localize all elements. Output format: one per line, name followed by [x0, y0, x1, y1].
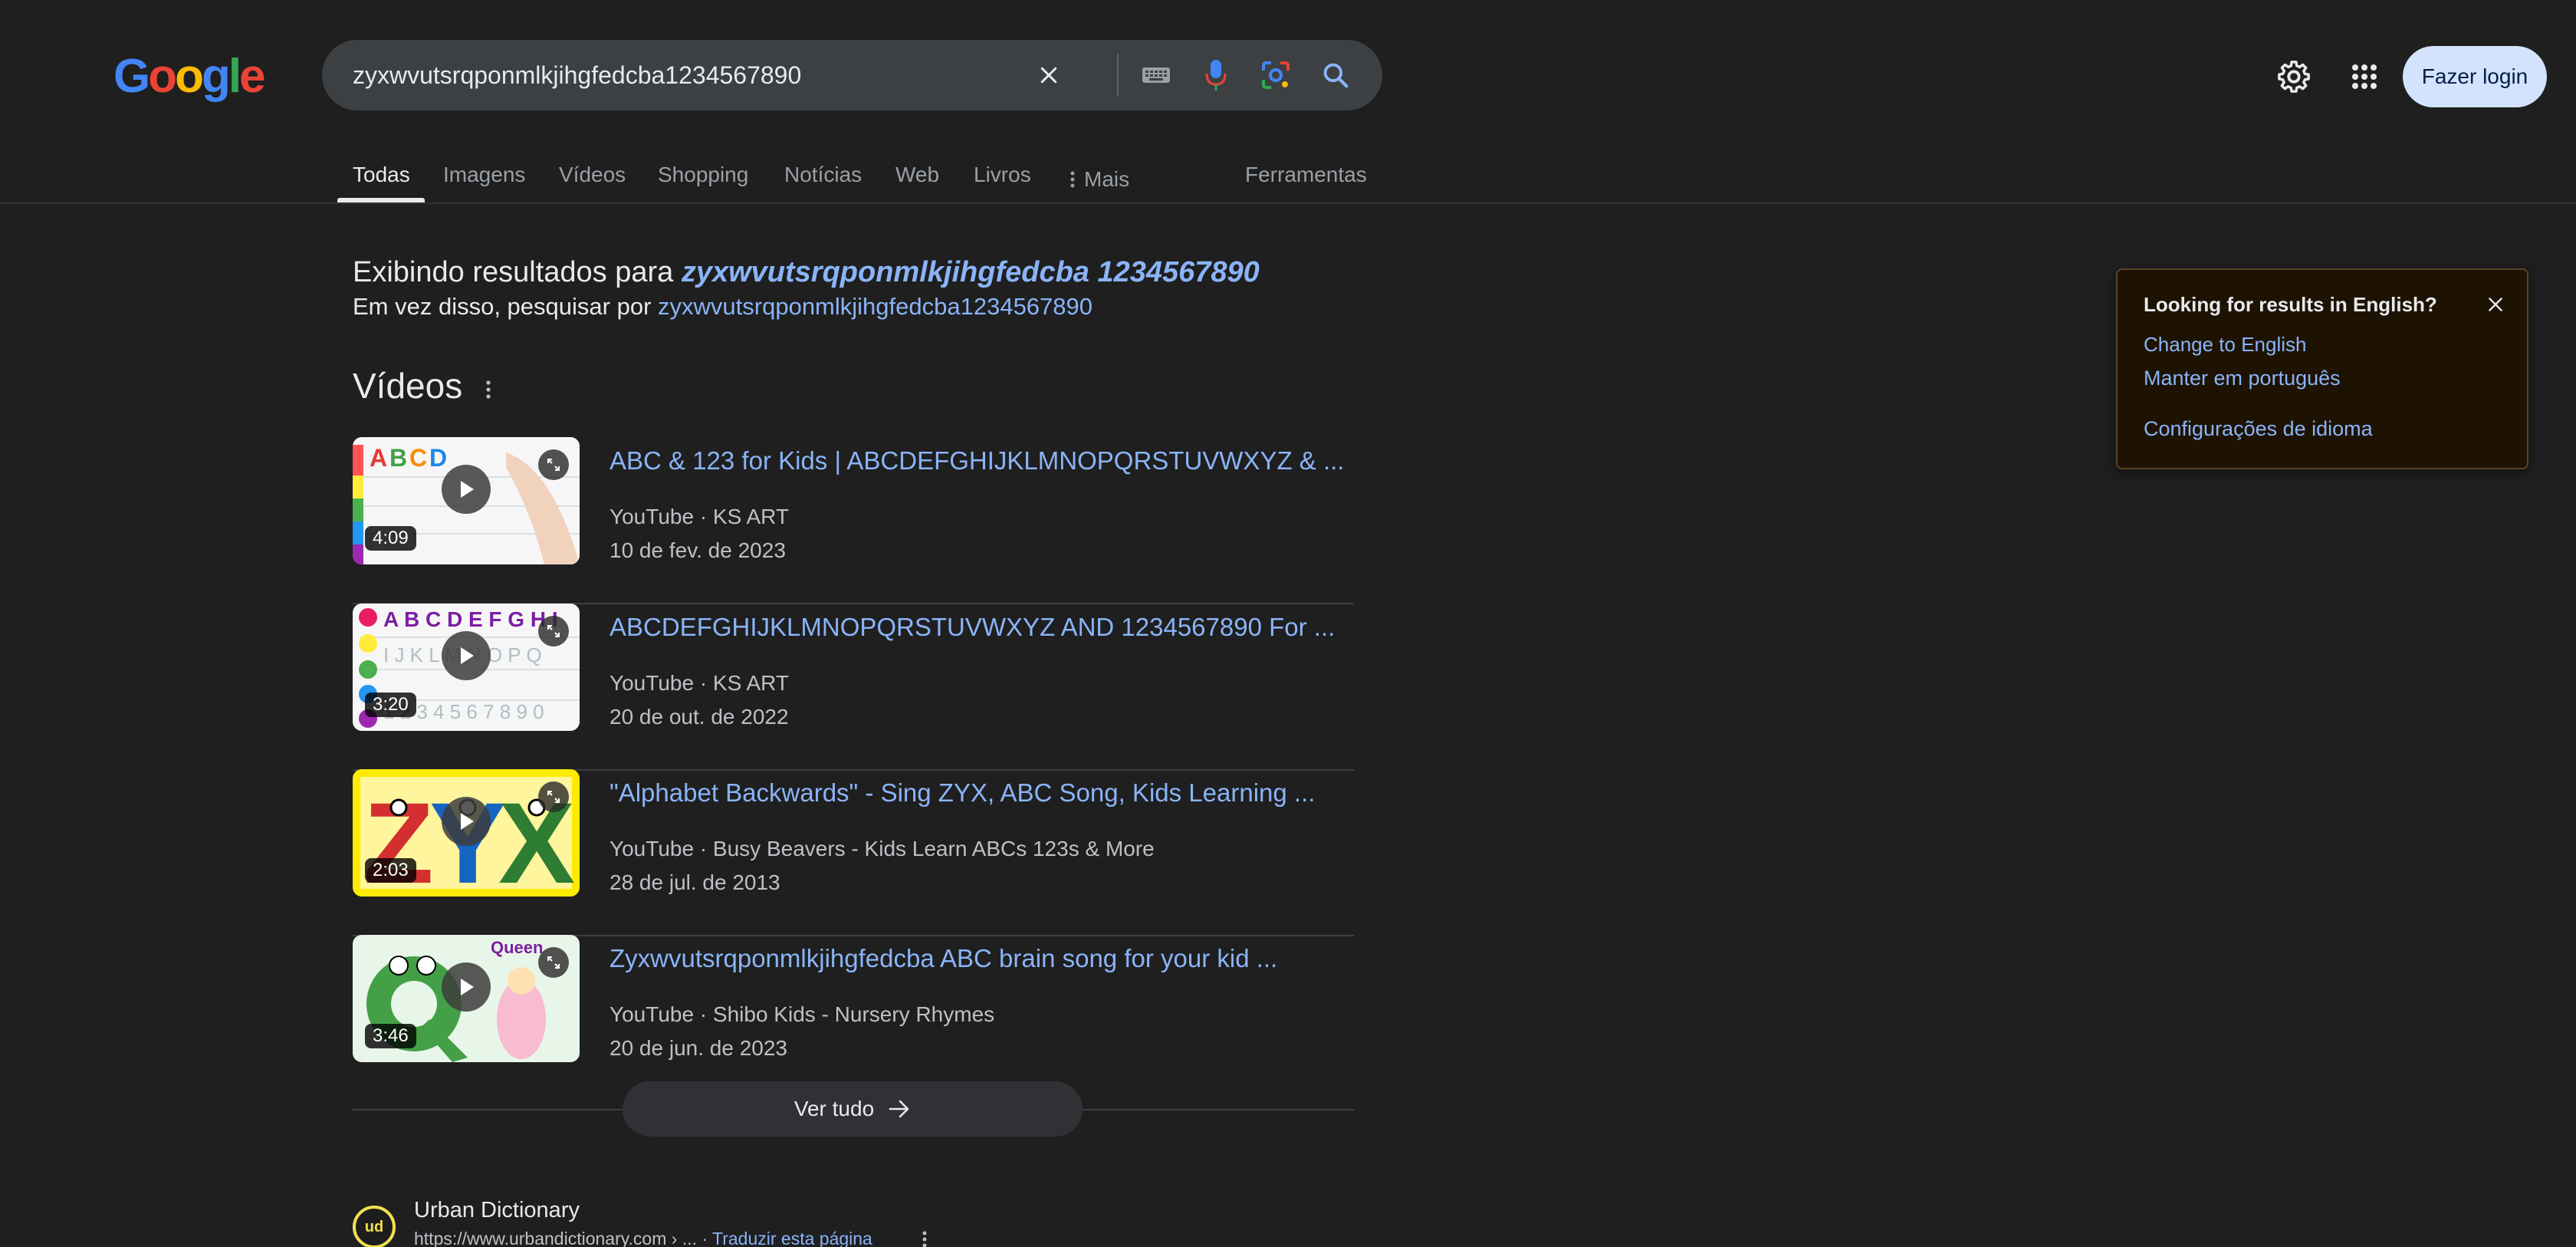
expand-icon[interactable]	[538, 781, 569, 812]
video-thumbnail[interactable]: A B C D E F G H I I J K L M N O P Q 1 2 …	[353, 604, 580, 731]
video-source: YouTube · KS ART	[610, 505, 789, 528]
video-result[interactable]: A B C D E F G H I I J K L M N O P Q 1 2 …	[353, 604, 1354, 771]
tab-mais[interactable]: Mais	[1070, 158, 1129, 201]
corrected-query-link[interactable]: zyxwvutsrqponmlkjihgfedcba 1234567890	[682, 256, 1260, 288]
tab-imagens[interactable]: Imagens	[443, 158, 525, 201]
video-result[interactable]: Z Y X 2:03 "Alphabet Backwards" - Sing Z…	[353, 769, 1354, 936]
svg-text:Queen: Queen	[491, 938, 543, 957]
search-divider	[1117, 54, 1119, 97]
video-title-link[interactable]: ABC & 123 for Kids | ABCDEFGHIJKLMNOPQRS…	[610, 446, 1344, 475]
video-title-link[interactable]: "Alphabet Backwards" - Sing ZYX, ABC Son…	[610, 778, 1315, 808]
video-result[interactable]: Queen 3:46 Zyxwvutsrqponmlkjihgfedcba AB…	[353, 935, 1354, 1102]
search-icon[interactable]	[1316, 55, 1355, 95]
video-source: YouTube · Shibo Kids - Nursery Rhymes	[610, 1002, 995, 1026]
video-duration: 3:46	[365, 1024, 416, 1048]
svg-text:C: C	[409, 444, 427, 472]
search-bar[interactable]: zyxwvutsrqponmlkjihgfedcba1234567890	[322, 40, 1382, 110]
language-settings-link[interactable]: Configurações de idioma	[2144, 417, 2373, 441]
video-thumbnail[interactable]: A B C D 4:09	[353, 437, 580, 564]
arrow-right-icon	[889, 1100, 909, 1118]
svg-text:D: D	[429, 444, 447, 472]
see-all-label: Ver tudo	[794, 1097, 875, 1120]
see-all-videos-button[interactable]: Ver tudo	[623, 1081, 1083, 1137]
tab-livros[interactable]: Livros	[974, 158, 1031, 201]
microphone-icon[interactable]	[1196, 55, 1236, 95]
svg-text:A B C D E F G H I: A B C D E F G H I	[383, 607, 558, 631]
tab-mais-label: Mais	[1084, 167, 1130, 191]
apps-grid-icon[interactable]	[2344, 57, 2384, 97]
tab-web[interactable]: Web	[895, 158, 939, 201]
video-source: YouTube · KS ART	[610, 671, 789, 695]
tab-shopping[interactable]: Shopping	[658, 158, 748, 201]
search-instead-for: Em vez disso, pesquisar por zyxwvutsrqpo…	[353, 293, 1092, 321]
video-date: 10 de fev. de 2023	[610, 538, 786, 562]
video-date: 20 de out. de 2022	[610, 705, 789, 729]
gear-icon[interactable]	[2274, 57, 2314, 97]
showing-results-for: Exibindo resultados para zyxwvutsrqponml…	[353, 256, 1260, 289]
expand-icon[interactable]	[538, 947, 569, 978]
close-icon[interactable]	[1029, 55, 1069, 95]
video-date: 28 de jul. de 2013	[610, 870, 780, 894]
search-input[interactable]: zyxwvutsrqponmlkjihgfedcba1234567890	[353, 40, 801, 110]
video-duration: 3:20	[365, 693, 416, 717]
tab-todas[interactable]: Todas	[353, 158, 410, 201]
more-vert-icon[interactable]	[917, 1229, 932, 1247]
video-date: 20 de jun. de 2023	[610, 1036, 787, 1060]
original-query-link[interactable]: zyxwvutsrqponmlkjihgfedcba1234567890	[658, 293, 1092, 320]
tab-videos[interactable]: Vídeos	[559, 158, 626, 201]
login-button[interactable]: Fazer login	[2403, 46, 2547, 107]
result-site-name[interactable]: Urban Dictionary	[414, 1198, 580, 1223]
video-duration: 2:03	[365, 858, 416, 883]
video-thumbnail[interactable]: Z Y X 2:03	[353, 769, 580, 897]
video-title-link[interactable]: ABCDEFGHIJKLMNOPQRSTUVWXYZ AND 123456789…	[610, 613, 1335, 642]
tab-noticias[interactable]: Notícias	[784, 158, 862, 201]
video-thumbnail[interactable]: Queen 3:46	[353, 935, 580, 1062]
search-tabs: Todas Imagens Vídeos Shopping Notícias W…	[0, 150, 2576, 204]
video-duration: 4:09	[365, 526, 416, 551]
translate-page-link[interactable]: Traduzir esta página	[712, 1229, 872, 1247]
play-icon[interactable]	[442, 797, 491, 846]
search-results-page: Google zyxwvutsrqponmlkjihgfedcba1234567…	[0, 0, 2576, 1247]
more-vert-icon	[1070, 171, 1075, 188]
play-icon[interactable]	[442, 465, 491, 514]
svg-text:A: A	[370, 444, 387, 472]
close-icon[interactable]	[2482, 291, 2509, 318]
expand-icon[interactable]	[538, 616, 569, 647]
keep-portuguese-link[interactable]: Manter em português	[2144, 367, 2341, 390]
active-tab-indicator	[337, 198, 425, 202]
lens-icon[interactable]	[1256, 55, 1296, 95]
change-to-english-link[interactable]: Change to English	[2144, 333, 2306, 357]
video-title-link[interactable]: Zyxwvutsrqponmlkjihgfedcba ABC brain son…	[610, 944, 1277, 973]
result-url-text[interactable]: https://www.urbandictionary.com › ...	[414, 1229, 697, 1247]
google-logo[interactable]: Google	[113, 50, 266, 103]
showing-prefix: Exibindo resultados para	[353, 256, 674, 288]
expand-icon[interactable]	[538, 449, 569, 480]
svg-text:B: B	[389, 444, 407, 472]
play-icon[interactable]	[442, 962, 491, 1012]
result-url: https://www.urbandictionary.com › ... · …	[414, 1229, 872, 1247]
more-vert-icon[interactable]	[477, 376, 500, 403]
popup-title: Looking for results in English?	[2144, 293, 2437, 316]
keyboard-icon[interactable]	[1136, 55, 1176, 95]
videos-heading: Vídeos	[353, 366, 463, 406]
play-icon[interactable]	[442, 631, 491, 680]
video-result[interactable]: A B C D 4:09 ABC & 123 for Kids | ABCDEF…	[353, 437, 1354, 604]
language-suggestion-popup: Looking for results in English? Change t…	[2116, 268, 2528, 469]
site-favicon[interactable]: ud	[353, 1206, 396, 1247]
instead-prefix: Em vez disso, pesquisar por	[353, 293, 652, 320]
video-source: YouTube · Busy Beavers - Kids Learn ABCs…	[610, 837, 1155, 860]
tab-ferramentas[interactable]: Ferramentas	[1245, 158, 1367, 201]
